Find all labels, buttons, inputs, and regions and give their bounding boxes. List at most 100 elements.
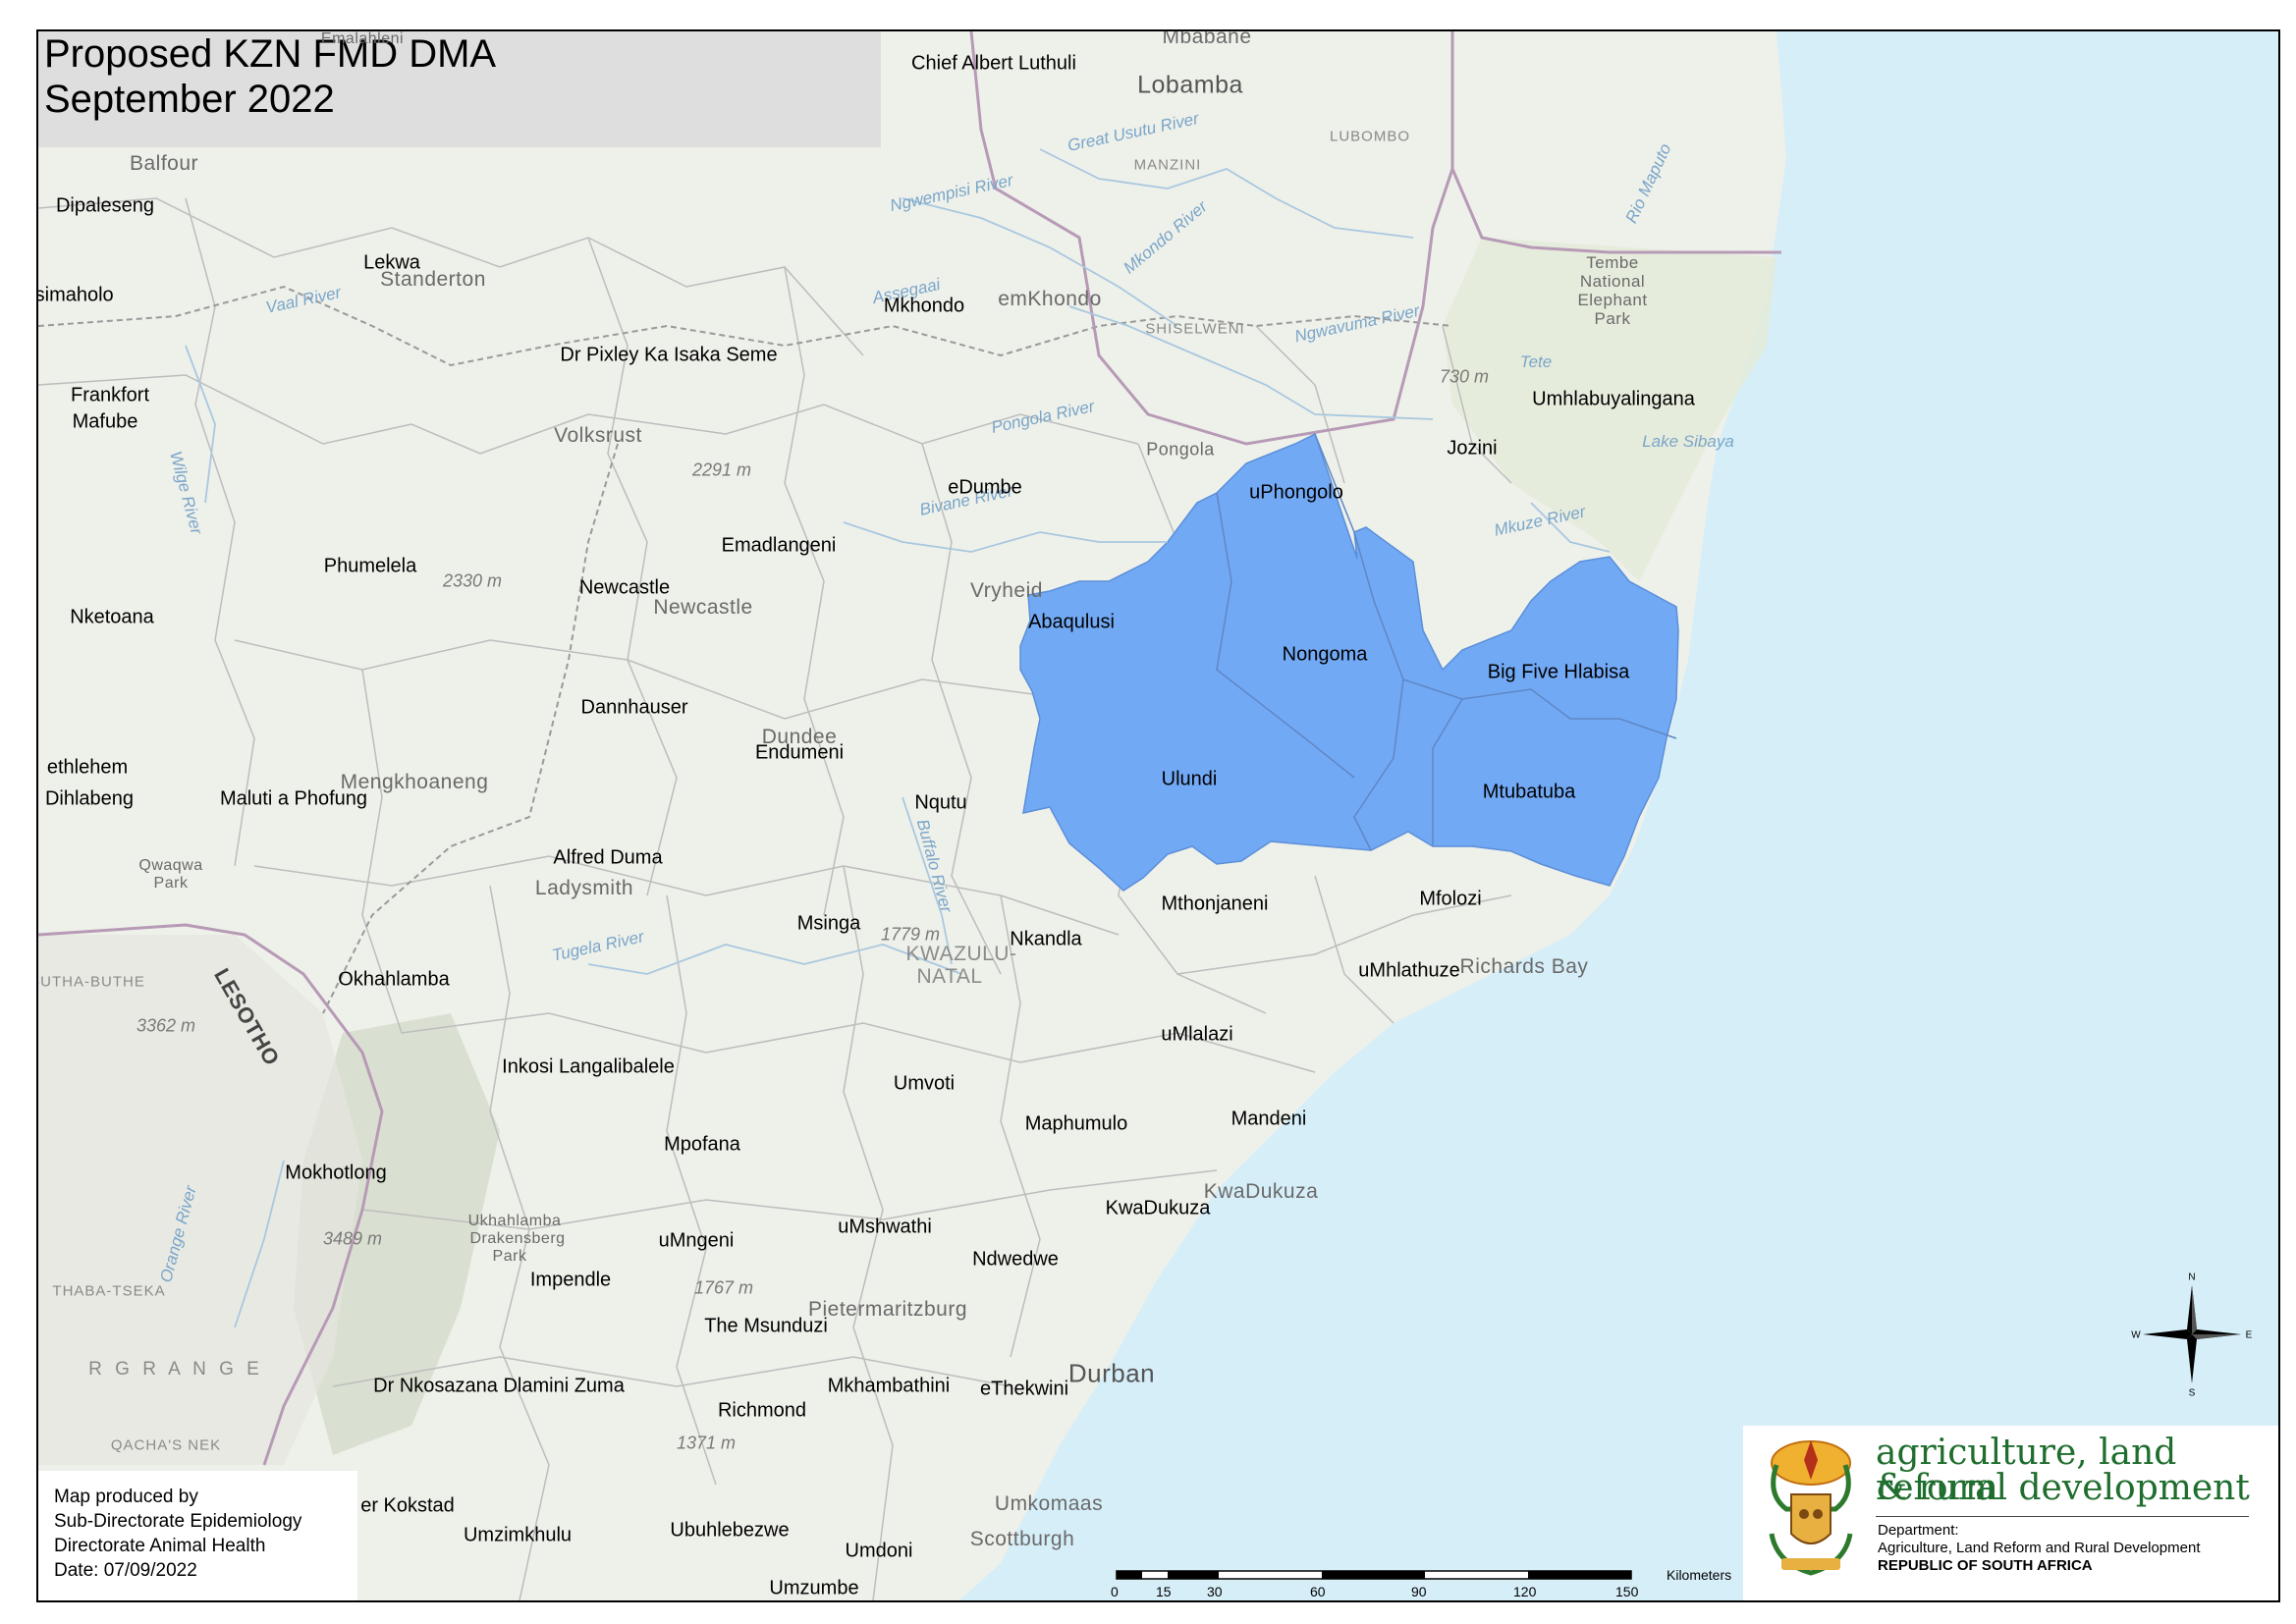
scale-tick: 15 [1156, 1584, 1172, 1599]
municipality-label: Mkhambathini [827, 1375, 951, 1397]
municipality-label: Umvoti [893, 1072, 956, 1095]
place-kwazulu: KWAZULU- [905, 943, 1017, 965]
elevation-730: 730 m [1439, 366, 1490, 387]
scale-bar [1116, 1570, 1632, 1580]
compass-e: E [2245, 1329, 2253, 1341]
municipality-label: Nkandla [1010, 928, 1082, 950]
municipality-label: Phumelela [323, 555, 417, 577]
municipality-label: Big Five Hlabisa [1487, 661, 1630, 683]
municipality-label: Mpofana [664, 1133, 740, 1156]
place-kwadukuza: KwaDukuza [1203, 1180, 1319, 1203]
place-vryheid: Vryheid [970, 579, 1043, 602]
place-national: National [1579, 272, 1646, 291]
scale-tick: 30 [1207, 1584, 1223, 1599]
municipality-label: Maphumulo [1024, 1112, 1128, 1135]
place-tembe: Tembe [1586, 253, 1639, 272]
municipality-label: ethlehem [46, 756, 129, 779]
place-emalahleni: Emalahleni [320, 30, 405, 47]
place-balfour: Balfour [129, 152, 199, 175]
compass-s: S [2188, 1387, 2196, 1399]
north-arrow-icon [2143, 1285, 2241, 1383]
municipality-label: uMshwathi [838, 1216, 932, 1238]
municipality-label: Mfolozi [1419, 888, 1482, 910]
municipality-label: Chief Albert Luthuli [911, 52, 1076, 75]
municipality-label: Dr Nkosazana Dlamini Zuma [373, 1375, 625, 1397]
credits-box: Map produced by Sub-Directorate Epidemio… [38, 1471, 357, 1600]
municipality-label: Maluti a Phofung [219, 787, 368, 810]
municipality-label: Frankfort [70, 384, 150, 406]
municipality-label: Msinga [796, 912, 861, 935]
place-drakensberg-park: Park [492, 1248, 527, 1265]
department-logo-box: agriculture, land reform & rural develop… [1743, 1426, 2278, 1600]
municipality-label: eDumbe [948, 476, 1022, 499]
place-durban: Durban [1067, 1358, 1156, 1388]
map-frame: Proposed KZN FMD DMA September 2022 Mbab… [36, 29, 2280, 1602]
compass-w: W [2131, 1329, 2141, 1341]
municipality-label: Mthonjaneni [1161, 893, 1269, 915]
region-shiselweni: SHISELWENI [1145, 320, 1245, 338]
municipality-label: Mtubatuba [1482, 781, 1576, 803]
department-sub-line1: Department: [1878, 1522, 1959, 1539]
municipality-label: Nongoma [1282, 643, 1368, 666]
municipality-label: Dihlabeng [44, 787, 135, 810]
scale-unit: Kilometers [1667, 1567, 1732, 1583]
municipality-label: Emadlangeni [721, 534, 837, 557]
municipality-label: Ndwedwe [972, 1248, 1059, 1271]
map-title: Proposed KZN FMD DMA [44, 32, 497, 76]
place-qwaqwa: Qwaqwa [138, 857, 203, 874]
municipality-label: Nqutu [914, 791, 967, 814]
municipality-label: Umzumbe [769, 1577, 859, 1599]
municipality-label: er Kokstad [360, 1494, 455, 1517]
credit-line: Map produced by [54, 1487, 198, 1507]
municipality-label: Umdoni [845, 1540, 913, 1562]
municipality-label: Mafube [72, 410, 138, 433]
region-manzini: MANZINI [1133, 156, 1202, 174]
place-umkomaas: Umkomaas [994, 1492, 1104, 1515]
place-richards-bay: Richards Bay [1459, 955, 1589, 978]
municipality-label: Jozini [1447, 437, 1498, 460]
place-elephant: Elephant [1577, 291, 1648, 309]
credit-line: Directorate Animal Health [54, 1536, 266, 1556]
municipality-label: Impendle [529, 1269, 612, 1291]
municipality-label: Ubuhlebezwe [670, 1519, 790, 1542]
municipality-label: Nketoana [70, 606, 154, 628]
municipality-label: Abaqulusi [1028, 611, 1115, 633]
place-ukhahlamba: Ukhahlamba [467, 1213, 562, 1229]
compass-n: N [2188, 1272, 2196, 1283]
municipality-label: uMlalazi [1161, 1023, 1233, 1046]
place-park: Park [1594, 309, 1631, 328]
place-emkhondo: emKhondo [998, 288, 1102, 310]
coat-of-arms-icon [1769, 1440, 1853, 1576]
region-qachas-nek: QACHA'S NEK [110, 1436, 222, 1454]
municipality-label: The Msunduzi [704, 1315, 828, 1337]
department-sub-line3: REPUBLIC OF SOUTH AFRICA [1878, 1557, 2093, 1574]
place-volksrust: Volksrust [554, 424, 642, 447]
elevation-1767: 1767 m [693, 1277, 754, 1298]
municipality-label: Ulundi [1161, 768, 1218, 790]
municipality-label: Endumeni [754, 741, 845, 764]
municipality-label: Umhlabuyalingana [1532, 388, 1695, 410]
elevation-1371: 1371 m [676, 1433, 737, 1453]
region-range: R G R A N G E [88, 1359, 263, 1380]
municipality-label: Dipaleseng [55, 194, 155, 217]
elevation-3362: 3362 m [136, 1015, 196, 1036]
municipality-label: KwaDukuza [1105, 1197, 1211, 1219]
credit-line: Sub-Directorate Epidemiology [54, 1511, 302, 1532]
elevation-1779: 1779 m [880, 924, 941, 945]
municipality-label: uMngeni [658, 1229, 735, 1252]
municipality-label: Umzimkhulu [463, 1524, 573, 1546]
municipality-label: eThekwini [979, 1378, 1069, 1400]
municipality-label: Alfred Duma [553, 846, 663, 869]
water-lake-sibaya: Lake Sibaya [1642, 432, 1734, 451]
municipality-label: Mokhotlong [285, 1162, 387, 1184]
department-name-line2: & rural development [1876, 1468, 2250, 1508]
municipality-label: Okhahlamba [338, 968, 450, 991]
place-lobamba: Lobamba [1137, 71, 1243, 99]
region-lubombo: LUBOMBO [1329, 128, 1411, 145]
place-ladysmith: Ladysmith [534, 877, 634, 899]
map-subtitle: September 2022 [44, 78, 335, 121]
place-pongola: Pongola [1146, 439, 1215, 460]
department-sub-line2: Agriculture, Land Reform and Rural Devel… [1878, 1540, 2201, 1556]
scale-tick: 120 [1513, 1584, 1537, 1599]
scale-tick: 0 [1111, 1584, 1119, 1599]
